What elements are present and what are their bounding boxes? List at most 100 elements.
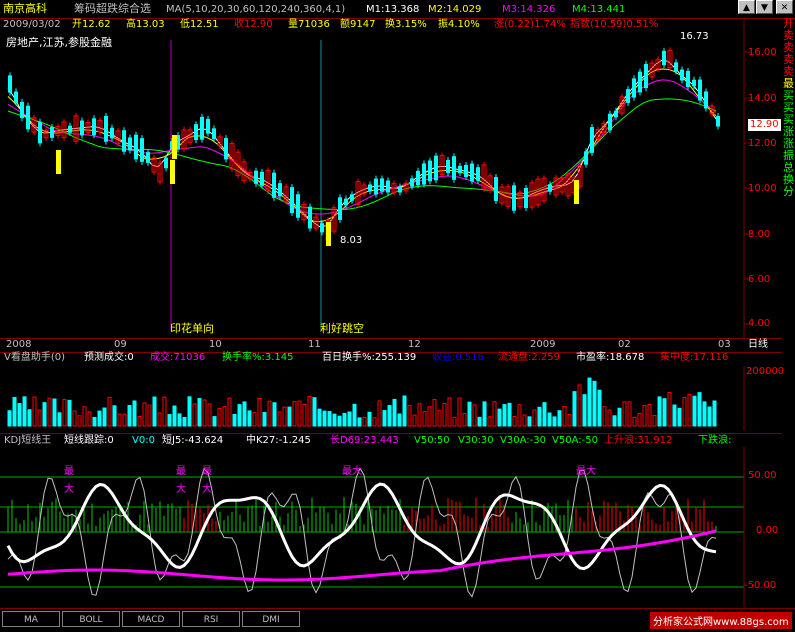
volume-bar — [312, 397, 317, 427]
tab-macd[interactable]: MACD — [122, 611, 180, 627]
vol-deal: 成交:71036 — [150, 352, 206, 363]
kdj-chart[interactable] — [0, 447, 782, 607]
volume-bar — [497, 408, 502, 427]
last-price-badge: 12.90 — [748, 119, 781, 131]
volume-bar — [172, 405, 177, 427]
candle-body — [476, 167, 480, 181]
candle-body — [632, 78, 636, 98]
candle-body — [206, 118, 210, 134]
volume-bar — [232, 413, 237, 427]
date-tick: 2009 — [530, 339, 556, 350]
event-stamp-duty: 印花单向 — [170, 322, 214, 335]
volume-bar — [692, 395, 697, 427]
volume-bar — [347, 411, 352, 427]
volume-bar — [602, 406, 607, 427]
candle-body — [434, 155, 438, 181]
volume-bar — [502, 404, 507, 427]
kdj-marker: 最 — [202, 466, 212, 477]
tab-dmi[interactable]: DMI — [242, 611, 300, 627]
price-tick-16: 16.00 — [748, 47, 777, 58]
sidebar-label: 分 — [783, 185, 794, 198]
volume-chart[interactable] — [0, 366, 782, 430]
tab-boll[interactable]: BOLL — [62, 611, 120, 627]
volume-bar — [597, 389, 602, 427]
indicator-name[interactable]: 筹码超跌综合选 — [74, 3, 151, 15]
volume-bar — [147, 404, 152, 427]
volume-bar — [237, 404, 242, 427]
candle-body — [584, 151, 588, 165]
volume-bar — [362, 416, 367, 427]
volume-bar — [332, 413, 337, 427]
volume-bar — [572, 391, 577, 427]
volume-bar — [382, 410, 387, 427]
candle-body — [110, 127, 114, 139]
volume-bar — [327, 411, 332, 427]
candlestick-chart[interactable] — [0, 18, 782, 338]
scroll-up-button[interactable]: ▲ — [738, 0, 755, 14]
volume-bar — [17, 403, 22, 427]
scroll-down-button[interactable]: ▼ — [756, 0, 773, 14]
volume-bar — [687, 393, 692, 427]
volume-bar — [287, 406, 292, 427]
candle-body — [194, 124, 198, 141]
kdj-title[interactable]: KDJ短线王 — [4, 435, 51, 447]
volume-bar — [302, 403, 307, 427]
volume-bar — [432, 399, 437, 427]
date-tick: 03 — [718, 339, 731, 350]
signal-candle — [326, 222, 331, 246]
candle-body — [386, 180, 390, 193]
volume-bar — [512, 416, 517, 427]
volume-bar — [292, 401, 297, 427]
candle-body — [278, 183, 282, 197]
volume-bar — [117, 413, 122, 427]
volume-bar — [202, 399, 207, 427]
volume-bar — [397, 413, 402, 427]
candle-body — [512, 185, 516, 211]
volume-bar — [77, 415, 82, 427]
stock-name[interactable]: 南京高科 — [3, 3, 47, 15]
vol-title[interactable]: V看盘助手(0) — [4, 352, 65, 364]
candle-body — [164, 157, 168, 169]
volume-bar — [712, 400, 717, 427]
volume-bar — [617, 407, 622, 427]
close-button[interactable]: ✕ — [776, 0, 793, 14]
kdj-marker: 最大 — [576, 466, 596, 477]
tab-rsi[interactable]: RSI — [182, 611, 240, 627]
candle-body — [92, 118, 96, 136]
candle-body — [50, 127, 54, 138]
kdj-tick-50: 50.00 — [748, 470, 777, 481]
period-mode[interactable]: 日线 — [748, 339, 768, 351]
tab-ma[interactable]: MA — [2, 611, 60, 627]
candle-body — [290, 187, 294, 213]
date-axis: 2008 09 10 11 12 2009 02 03 日线 — [0, 338, 782, 353]
volume-bar — [132, 400, 137, 427]
ma-lines — [7, 59, 717, 228]
volume-bar — [582, 394, 587, 427]
volume-bar — [217, 407, 222, 427]
volume-bar — [552, 416, 557, 427]
volume-bar — [227, 397, 232, 427]
candle-body — [134, 134, 138, 160]
ma-params: MA(5,10,20,30,60,120,240,360,4,1) — [166, 4, 346, 15]
candle-body — [8, 75, 12, 93]
kdj-v30: V30:30 — [458, 435, 494, 446]
vol-float: 流通盘:2.259 — [498, 352, 560, 363]
volume-bar — [507, 402, 512, 427]
quote-sidebar[interactable]: 开 卖 卖 卖 卖 最 买 买 买 涨 涨 振 总 换 分 — [782, 18, 795, 310]
volume-bar — [27, 409, 32, 427]
candle-body — [296, 194, 300, 218]
volume-bar — [72, 410, 77, 427]
candle-body — [320, 223, 324, 233]
ma-m2: M2:14.029 — [428, 4, 482, 15]
candle-body — [422, 163, 426, 185]
volume-bar — [157, 412, 162, 427]
candle-body — [350, 194, 354, 201]
kdj-v50: V50:50 — [414, 435, 450, 446]
candle-body — [692, 79, 696, 87]
volume-bar — [612, 415, 617, 427]
volume-bar — [477, 416, 482, 427]
volume-bar — [637, 412, 642, 427]
volume-bar — [367, 411, 372, 427]
volume-bar — [282, 406, 287, 427]
volume-bar — [257, 398, 262, 427]
